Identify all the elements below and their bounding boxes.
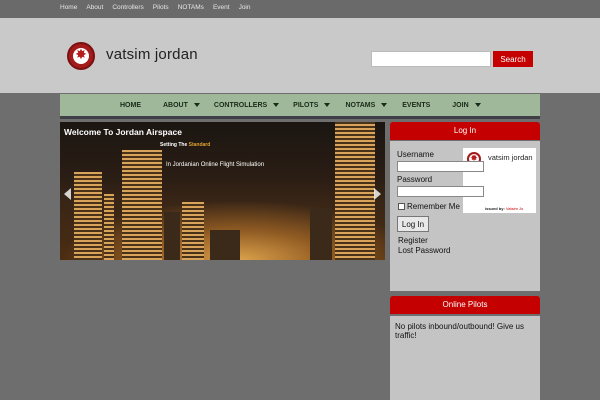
nav-label: PILOTS <box>293 101 319 109</box>
login-button[interactable]: Log In <box>397 216 429 232</box>
remember-me-label: Remember Me <box>407 202 460 211</box>
building <box>164 212 180 260</box>
caret-down-icon <box>474 103 481 107</box>
slider-next-icon[interactable] <box>374 188 381 200</box>
top-link-join[interactable]: Join <box>239 4 251 11</box>
username-label: Username <box>397 150 434 159</box>
nav-item-events[interactable]: EVENTS <box>402 102 430 109</box>
building <box>182 202 204 260</box>
online-pilots-title: Online Pilots <box>390 296 540 314</box>
top-link-event[interactable]: Event <box>213 4 230 11</box>
nav-label: JOIN <box>452 101 469 109</box>
top-link-about[interactable]: About <box>86 4 103 11</box>
slider-subtitle-highlight: Standard <box>188 142 211 148</box>
caret-down-icon <box>273 103 280 107</box>
building <box>104 194 114 260</box>
badge-issued-by: Vatsim Jo <box>505 206 524 211</box>
building <box>335 122 375 260</box>
top-bar: Home About Controllers Pilots NOTAMs Eve… <box>0 0 600 18</box>
top-link-home[interactable]: Home <box>60 4 77 11</box>
nav-label: CONTROLLERS <box>213 101 268 109</box>
search-input[interactable] <box>371 51 491 67</box>
slider-subtitle: Setting The Standard <box>160 142 210 148</box>
nav-item-about[interactable]: ABOUT <box>163 102 200 109</box>
nav-label: NOTAMS <box>345 101 376 109</box>
top-link-notams[interactable]: NOTAMs <box>178 4 204 11</box>
building <box>74 172 102 260</box>
remember-me-checkbox[interactable] <box>398 203 405 210</box>
top-links: Home About Controllers Pilots NOTAMs Eve… <box>60 4 251 11</box>
building <box>310 208 332 260</box>
lost-password-link[interactable]: Lost Password <box>398 246 450 255</box>
password-field[interactable] <box>397 186 484 197</box>
caret-down-icon <box>381 103 388 107</box>
building <box>122 150 162 260</box>
search-button[interactable]: Search <box>493 51 533 67</box>
nav-label: HOME <box>120 101 141 109</box>
hero-slider[interactable]: Welcome To Jordan Airspace Setting The S… <box>60 122 385 260</box>
password-label: Password <box>397 175 433 184</box>
online-pilots-message: No pilots inbound/outbound! Give us traf… <box>395 322 524 340</box>
login-panel-title: Log In <box>390 122 540 140</box>
main-nav: HOME ABOUT CONTROLLERS PILOTS NOTAMS EVE… <box>60 94 540 119</box>
badge-name: vatsim jordan <box>488 153 533 162</box>
slider-subtitle-text: Setting The <box>160 142 189 148</box>
nav-item-join[interactable]: JOIN <box>452 101 481 109</box>
nav-label: EVENTS <box>402 101 431 109</box>
register-link[interactable]: Register <box>398 236 428 245</box>
vatsim-badge: ✸ vatsim jordan issued by: Vatsim Jo <box>463 148 536 213</box>
top-link-controllers[interactable]: Controllers <box>112 4 143 11</box>
nav-item-pilots[interactable]: PILOTS <box>293 101 331 109</box>
site-logo-text[interactable]: vatsim jordan <box>106 46 198 63</box>
nav-item-controllers[interactable]: CONTROLLERS <box>213 101 280 109</box>
badge-issued-label: issued by: <box>485 206 506 211</box>
star-icon: ✸ <box>470 154 478 164</box>
caret-down-icon <box>324 103 331 107</box>
star-icon: ✸ <box>75 47 87 63</box>
nav-item-home[interactable]: HOME <box>120 102 141 109</box>
building <box>210 230 240 260</box>
slider-tagline: In Jordanian Online Flight Simulation <box>166 162 265 168</box>
nav-label: ABOUT <box>163 101 188 109</box>
slider-title: Welcome To Jordan Airspace <box>64 127 182 137</box>
badge-issued: issued by: Vatsim Jo <box>485 206 523 211</box>
nav-item-notams[interactable]: NOTAMS <box>345 101 388 109</box>
top-link-pilots[interactable]: Pilots <box>153 4 169 11</box>
slider-prev-icon[interactable] <box>64 188 71 200</box>
caret-down-icon <box>193 103 200 107</box>
